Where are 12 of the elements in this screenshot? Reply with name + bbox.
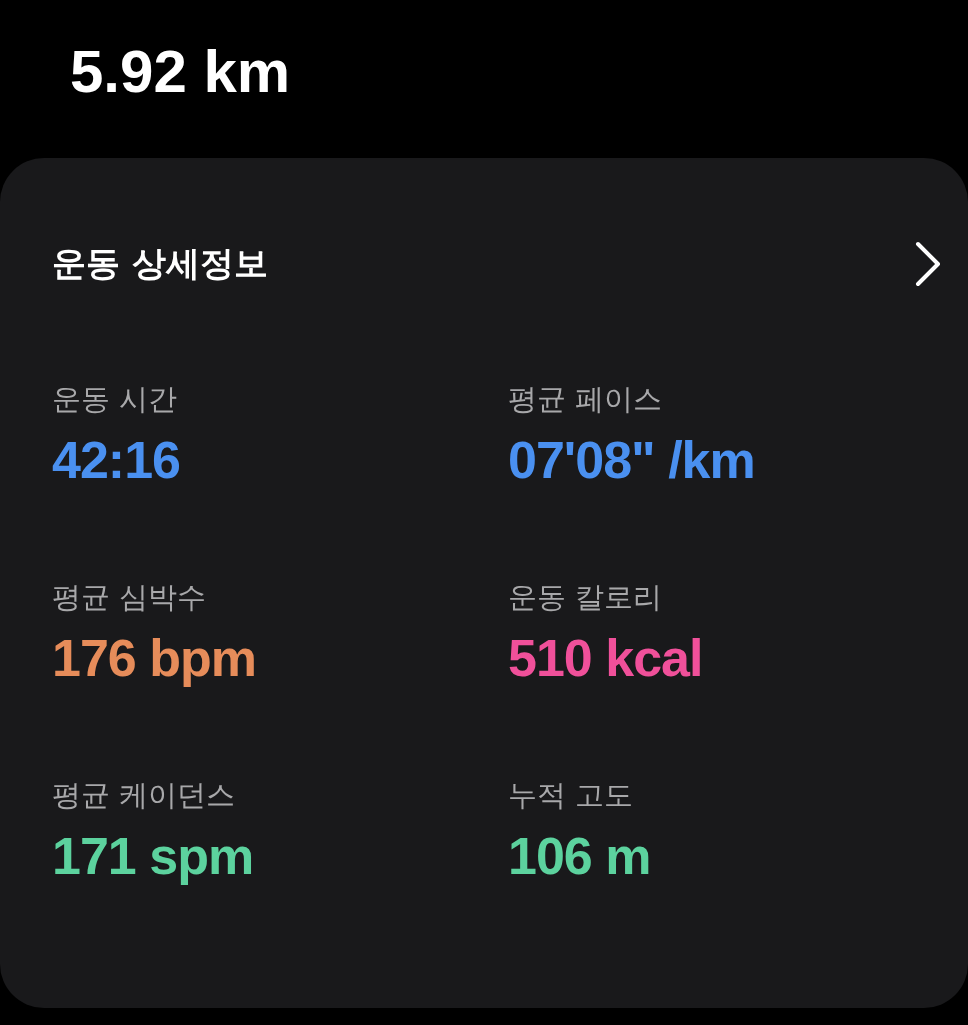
metric-label: 누적 고도: [508, 777, 635, 814]
metric-label: 평균 페이스: [508, 381, 664, 418]
metric-label: 운동 시간: [52, 381, 179, 418]
metric-label: 평균 심박수: [52, 579, 208, 616]
metric-value: 42:16: [52, 434, 181, 486]
section-title: 운동 상세정보: [52, 242, 268, 285]
metric-value: 07'08" /km: [508, 434, 756, 486]
metric-value: 510 kcal: [508, 632, 704, 684]
metric-label: 평균 케이던스: [52, 777, 237, 814]
metric-label: 운동 칼로리: [508, 579, 664, 616]
distance-value: 5.92 km: [69, 37, 292, 107]
metric-value: 106 m: [508, 830, 652, 882]
